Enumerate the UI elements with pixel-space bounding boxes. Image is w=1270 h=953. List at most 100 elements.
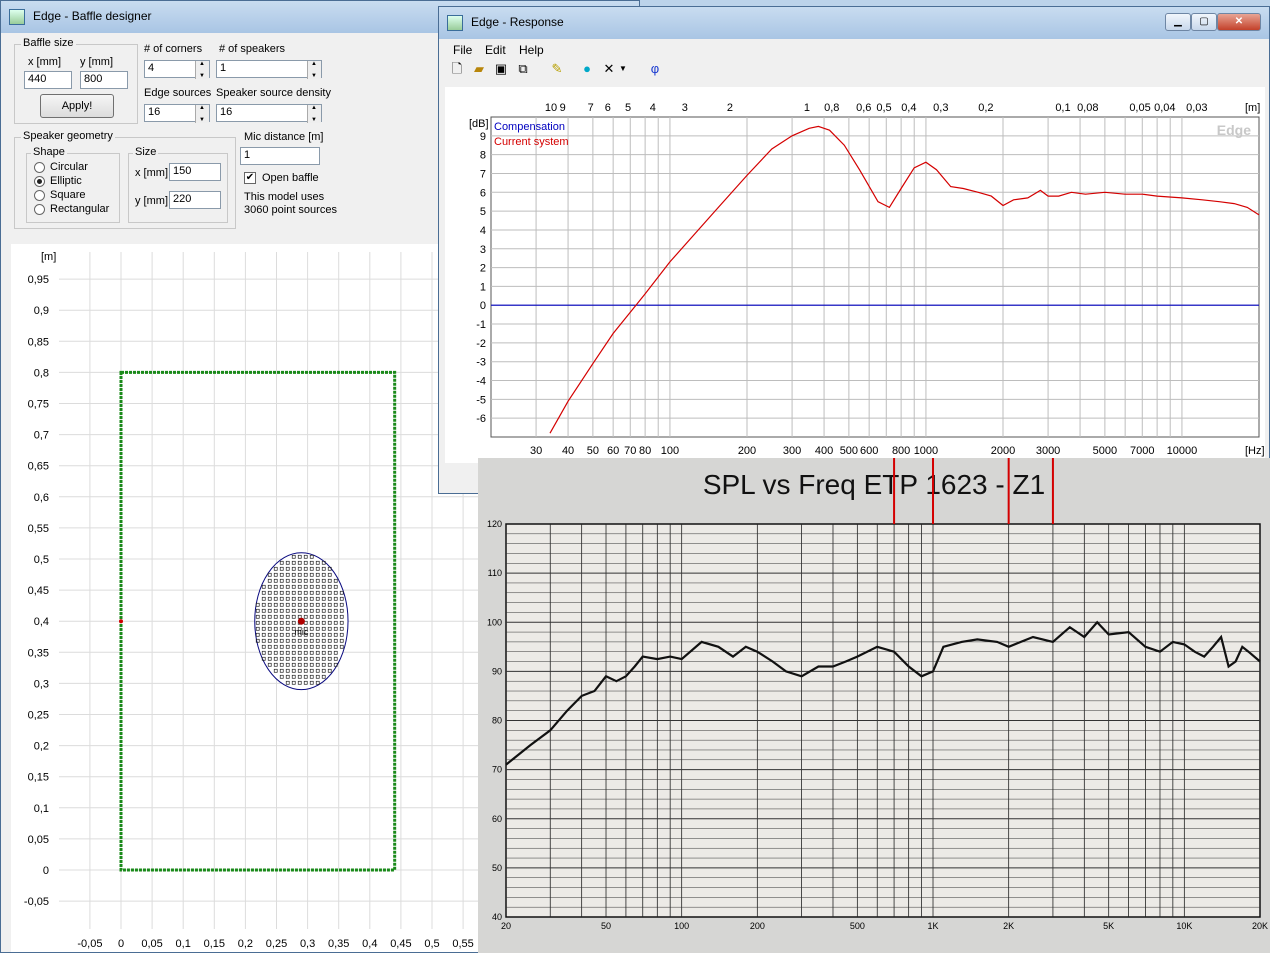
- baffle-y-input[interactable]: 800: [80, 71, 128, 89]
- menu-file[interactable]: File: [453, 43, 472, 57]
- y-tick-label: 0,85: [28, 336, 49, 348]
- radio-rectangular[interactable]: [34, 204, 45, 215]
- x-tick-label: -0,05: [77, 938, 102, 950]
- top-tick-label: 0,5: [876, 102, 891, 114]
- top-tick-label: 9: [560, 102, 566, 114]
- x-tick-label: 0,25: [266, 938, 287, 950]
- radio-elliptic[interactable]: [34, 176, 45, 187]
- phi-icon[interactable]: φ: [645, 59, 665, 79]
- menu-help[interactable]: Help: [519, 43, 544, 57]
- open-baffle-label: Open baffle: [262, 172, 319, 184]
- x-axis-label: [Hz]: [1245, 445, 1265, 457]
- open-baffle-checkbox[interactable]: ✔: [244, 172, 256, 184]
- density-spinner[interactable]: 16: [216, 104, 322, 123]
- mic-marker: [297, 617, 305, 625]
- edge-sources-spinner[interactable]: 16: [144, 104, 210, 123]
- y-tick-label: 0,2: [34, 741, 49, 753]
- photo-x-tick: 200: [750, 921, 765, 931]
- x-tick-label: 0,2: [238, 938, 253, 950]
- response-plot: 9876543210-1-2-3-4-5-6[dB]30 40 50 60 70 80 10…: [445, 87, 1265, 463]
- x-icon[interactable]: ✕: [599, 59, 619, 79]
- apply-button[interactable]: Apply!: [40, 94, 114, 118]
- top-tick-label: 7: [588, 102, 594, 114]
- x-tick-label: 0,05: [141, 938, 162, 950]
- copy-icon[interactable]: ⧉: [513, 59, 533, 79]
- y-tick-label: 0,75: [28, 399, 49, 411]
- x-tick-label: 70: [624, 445, 636, 457]
- radio-square[interactable]: [34, 190, 45, 201]
- menu-bar: File Edit Help: [439, 37, 1269, 59]
- size-x-input[interactable]: 150: [169, 163, 221, 181]
- radio-circular-label: Circular: [50, 161, 88, 173]
- menu-edit[interactable]: Edit: [485, 43, 506, 57]
- photo-y-tick: 80: [492, 716, 502, 726]
- speakers-spin-arrows[interactable]: [307, 61, 321, 79]
- top-tick-label: 6: [605, 102, 611, 114]
- close-button[interactable]: ✕: [1217, 13, 1261, 31]
- y-tick-label: 0,55: [28, 523, 49, 535]
- dropdown-icon[interactable]: ▼: [617, 59, 629, 79]
- axis-unit-label: [m]: [41, 251, 56, 263]
- edge-app-icon: [9, 9, 25, 25]
- legend-current-system: Current system: [494, 136, 569, 148]
- radio-circular[interactable]: [34, 162, 45, 173]
- top-tick-label: 2: [727, 102, 733, 114]
- x-tick-label: 400: [815, 445, 833, 457]
- edge-spin-arrows[interactable]: [195, 105, 209, 123]
- model-info-line1: This model uses: [244, 191, 325, 203]
- y-tick-label: 0,9: [34, 305, 49, 317]
- x-tick-label: 0,15: [204, 938, 225, 950]
- model-info-line2: 3060 point sources: [244, 204, 337, 216]
- plot-frame: [490, 116, 1260, 438]
- toolbar: 🗋 ▰ ▣ ⧉ ✎ ● ✕ ▼ φ: [445, 59, 673, 83]
- photo-title: SPL vs Freq ETP 1623 - Z1: [703, 469, 1045, 500]
- corners-spinner[interactable]: 4: [144, 60, 210, 79]
- response-titlebar[interactable]: Edge - Response ▁ ▢ ✕: [439, 7, 1269, 39]
- pen-icon[interactable]: ✎: [547, 59, 567, 79]
- top-tick-label: 0,1: [1055, 102, 1070, 114]
- x-tick-label: 0,55: [452, 938, 473, 950]
- speakers-spinner[interactable]: 1: [216, 60, 322, 79]
- radio-rectangular-label: Rectangular: [50, 203, 110, 215]
- new-icon[interactable]: 🗋: [447, 59, 467, 79]
- maximize-button[interactable]: ▢: [1191, 13, 1217, 31]
- x-tick-label: 30: [530, 445, 542, 457]
- y-tick-label: -0,05: [24, 896, 49, 908]
- speaker-geometry-label: Speaker geometry: [21, 130, 115, 142]
- shape-label: Shape: [31, 146, 67, 158]
- corners-spin-arrows[interactable]: [195, 61, 209, 79]
- open-icon[interactable]: ▰: [469, 59, 489, 79]
- y-tick-label: 8: [480, 150, 486, 162]
- y-tick-label: 0,4: [34, 616, 49, 628]
- x-tick-label: 0,1: [176, 938, 191, 950]
- photo-x-tick: 2K: [1003, 921, 1014, 931]
- photo-y-tick: 60: [492, 814, 502, 824]
- photo-y-tick: 110: [488, 568, 502, 578]
- minimize-button[interactable]: ▁: [1165, 13, 1191, 31]
- y-tick-label: 0,1: [34, 803, 49, 815]
- x-tick-label: 5000: [1093, 445, 1117, 457]
- top-tick-label: 0,2: [978, 102, 993, 114]
- mic-icon[interactable]: ●: [577, 59, 597, 79]
- y-tick-label: 7: [480, 168, 486, 180]
- photo-x-tick: 20K: [1252, 921, 1268, 931]
- y-tick-label: 0,65: [28, 461, 49, 473]
- x-tick-label: 500: [840, 445, 858, 457]
- baffle-x-input[interactable]: 440: [24, 71, 72, 89]
- x-tick-label: 10000: [1167, 445, 1198, 457]
- x-tick-label: 300: [783, 445, 801, 457]
- mic-distance-input[interactable]: 1: [240, 147, 320, 165]
- radio-elliptic-label: Elliptic: [50, 175, 82, 187]
- photo-y-tick: 70: [492, 765, 502, 775]
- spl-photo-chart: SPL vs Freq ETP 1623 - Z1405060708090100…: [478, 458, 1270, 953]
- save-icon[interactable]: ▣: [491, 59, 511, 79]
- x-tick-label: 3000: [1036, 445, 1060, 457]
- y-tick-label: 0,95: [28, 274, 49, 286]
- density-spin-arrows[interactable]: [307, 105, 321, 123]
- y-tick-label: 0,05: [28, 834, 49, 846]
- radio-square-label: Square: [50, 189, 86, 201]
- size-y-input[interactable]: 220: [169, 191, 221, 209]
- edge-sources-label: Edge sources: [144, 87, 212, 99]
- y-tick-label: 4: [480, 225, 486, 237]
- size-y-label: y [mm]: [135, 195, 168, 207]
